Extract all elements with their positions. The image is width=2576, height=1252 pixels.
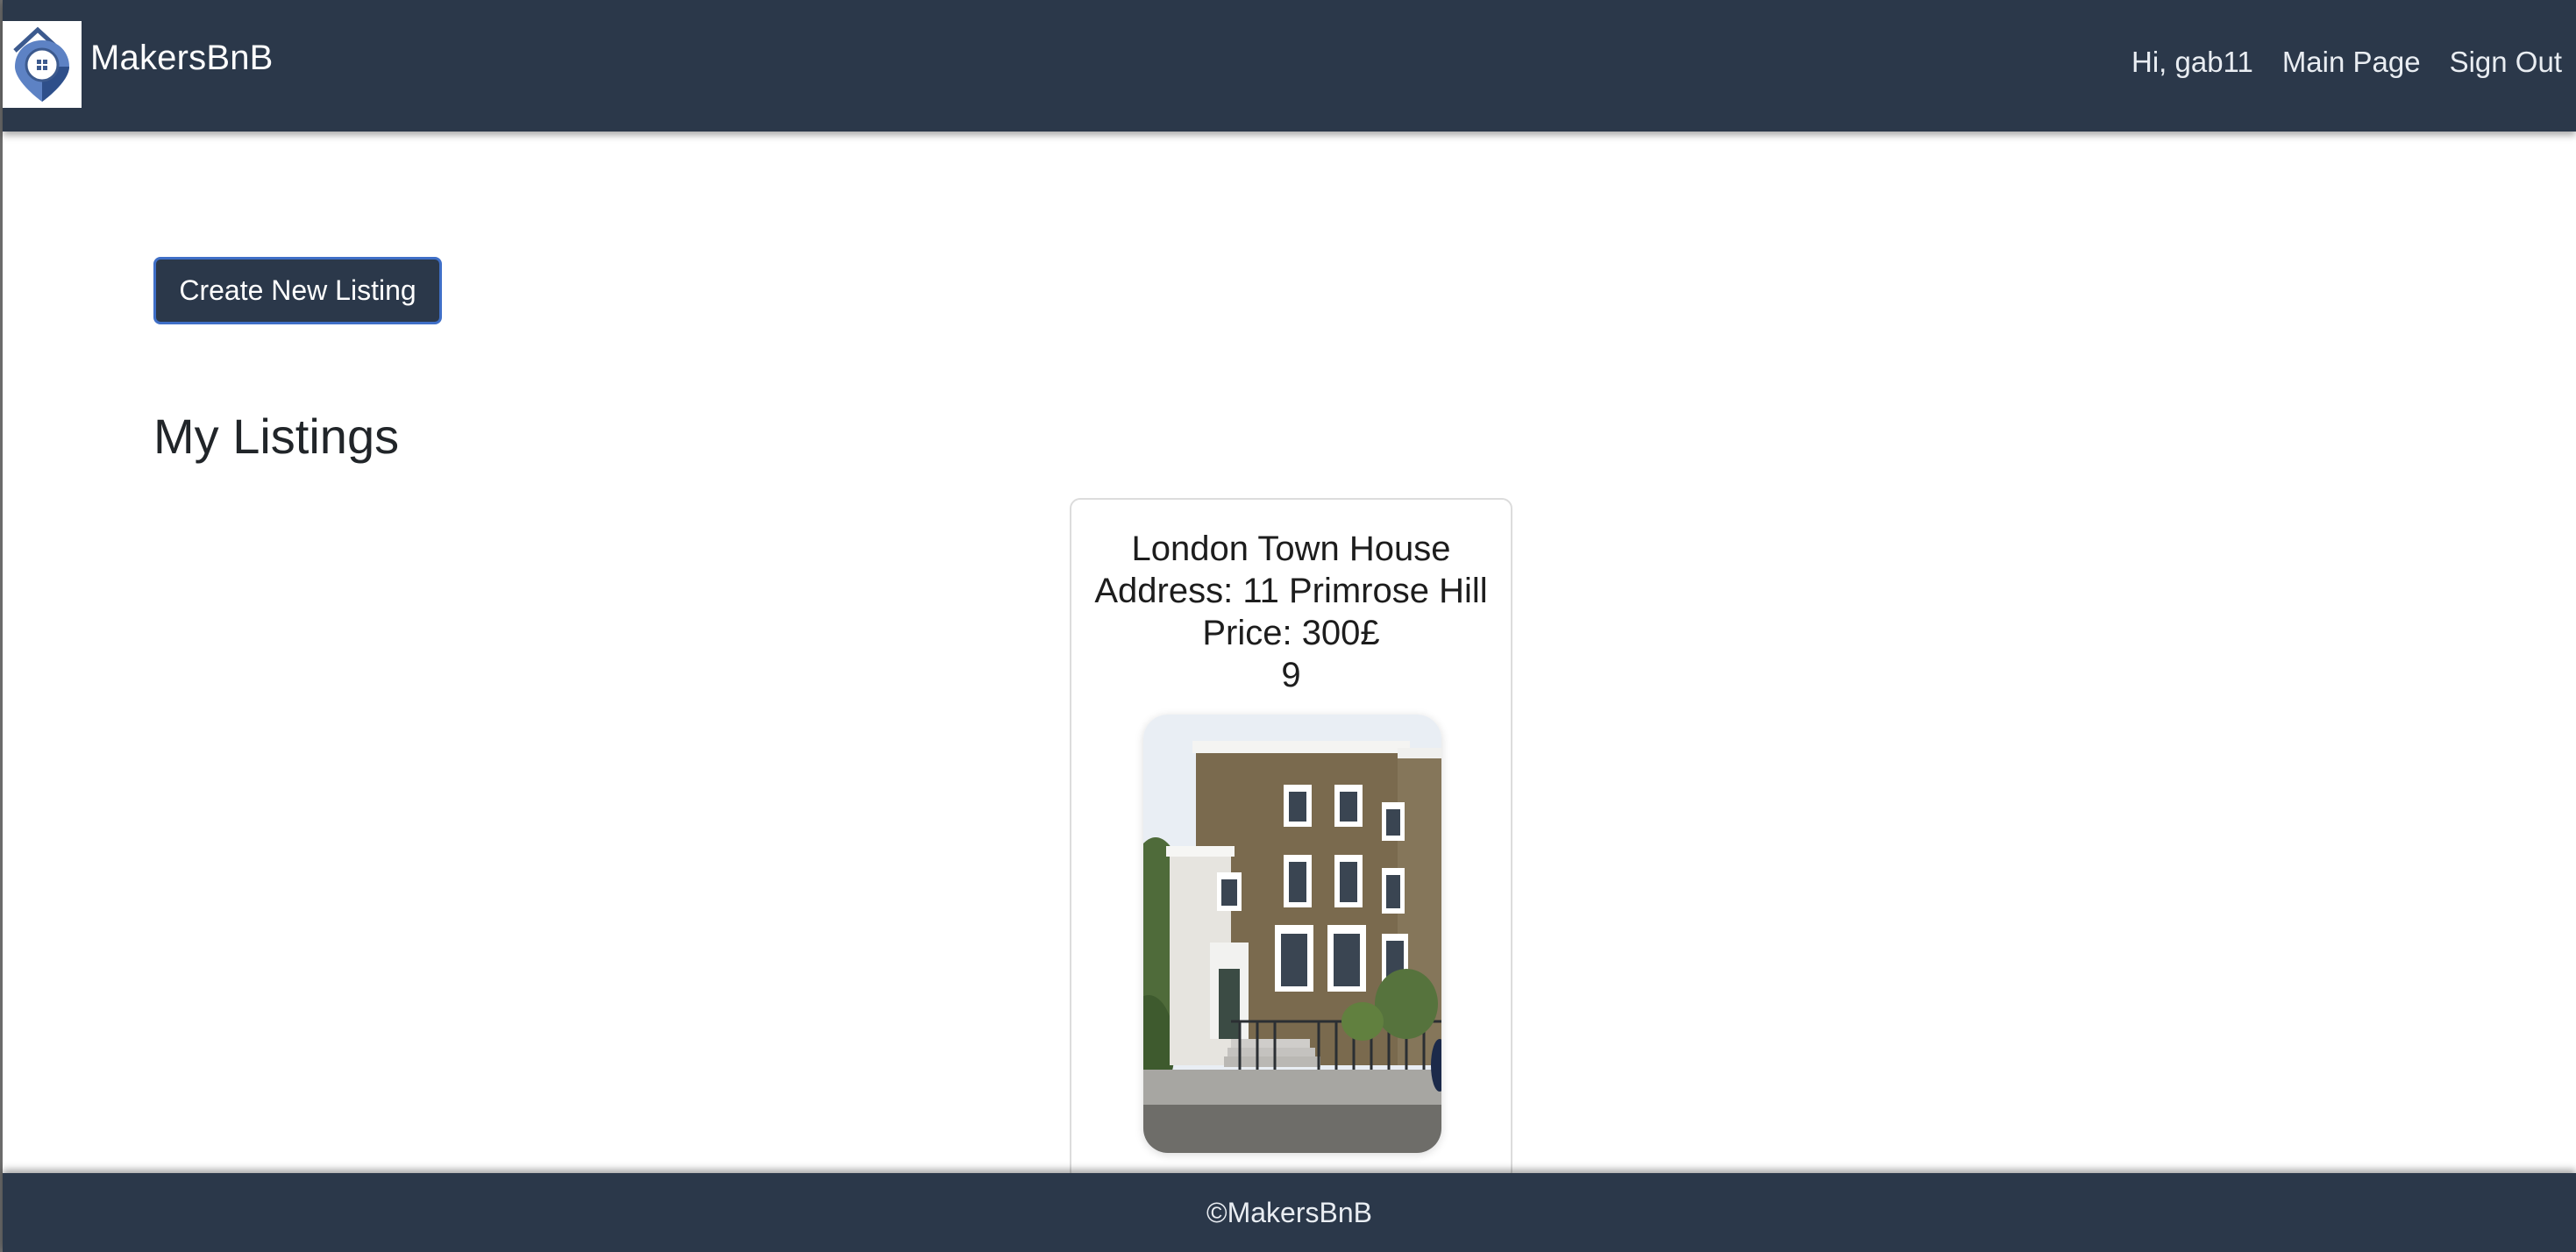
footer: ©MakersBnB: [3, 1173, 2576, 1252]
user-greeting[interactable]: Hi, gab11: [2131, 46, 2253, 79]
page: MakersBnB Hi, gab11 Main Page Sign Out C…: [0, 0, 2576, 1252]
makersbnb-logo-icon[interactable]: [3, 21, 82, 108]
listing-card[interactable]: London Town House Address: 11 Primrose H…: [1070, 498, 1512, 1182]
listing-name: London Town House: [1131, 530, 1451, 568]
town-house-photo: [1143, 715, 1441, 1153]
create-new-listing-button[interactable]: Create New Listing: [153, 257, 442, 324]
nav-links: Hi, gab11 Main Page Sign Out: [2131, 46, 2562, 79]
listing-extra: 9: [1281, 656, 1301, 694]
brand-name[interactable]: MakersBnB: [90, 39, 274, 78]
sign-out-link[interactable]: Sign Out: [2450, 46, 2562, 79]
navbar: MakersBnB Hi, gab11 Main Page Sign Out: [3, 0, 2576, 132]
listing-address: Address: 11 Primrose Hill: [1094, 572, 1488, 610]
footer-copyright: ©MakersBnB: [1206, 1196, 1372, 1228]
listing-details: London Town House Address: 11 Primrose H…: [1071, 500, 1511, 696]
listing-price: Price: 300£: [1202, 614, 1380, 652]
main-page-link[interactable]: Main Page: [2282, 46, 2421, 79]
page-title: My Listings: [153, 409, 400, 464]
